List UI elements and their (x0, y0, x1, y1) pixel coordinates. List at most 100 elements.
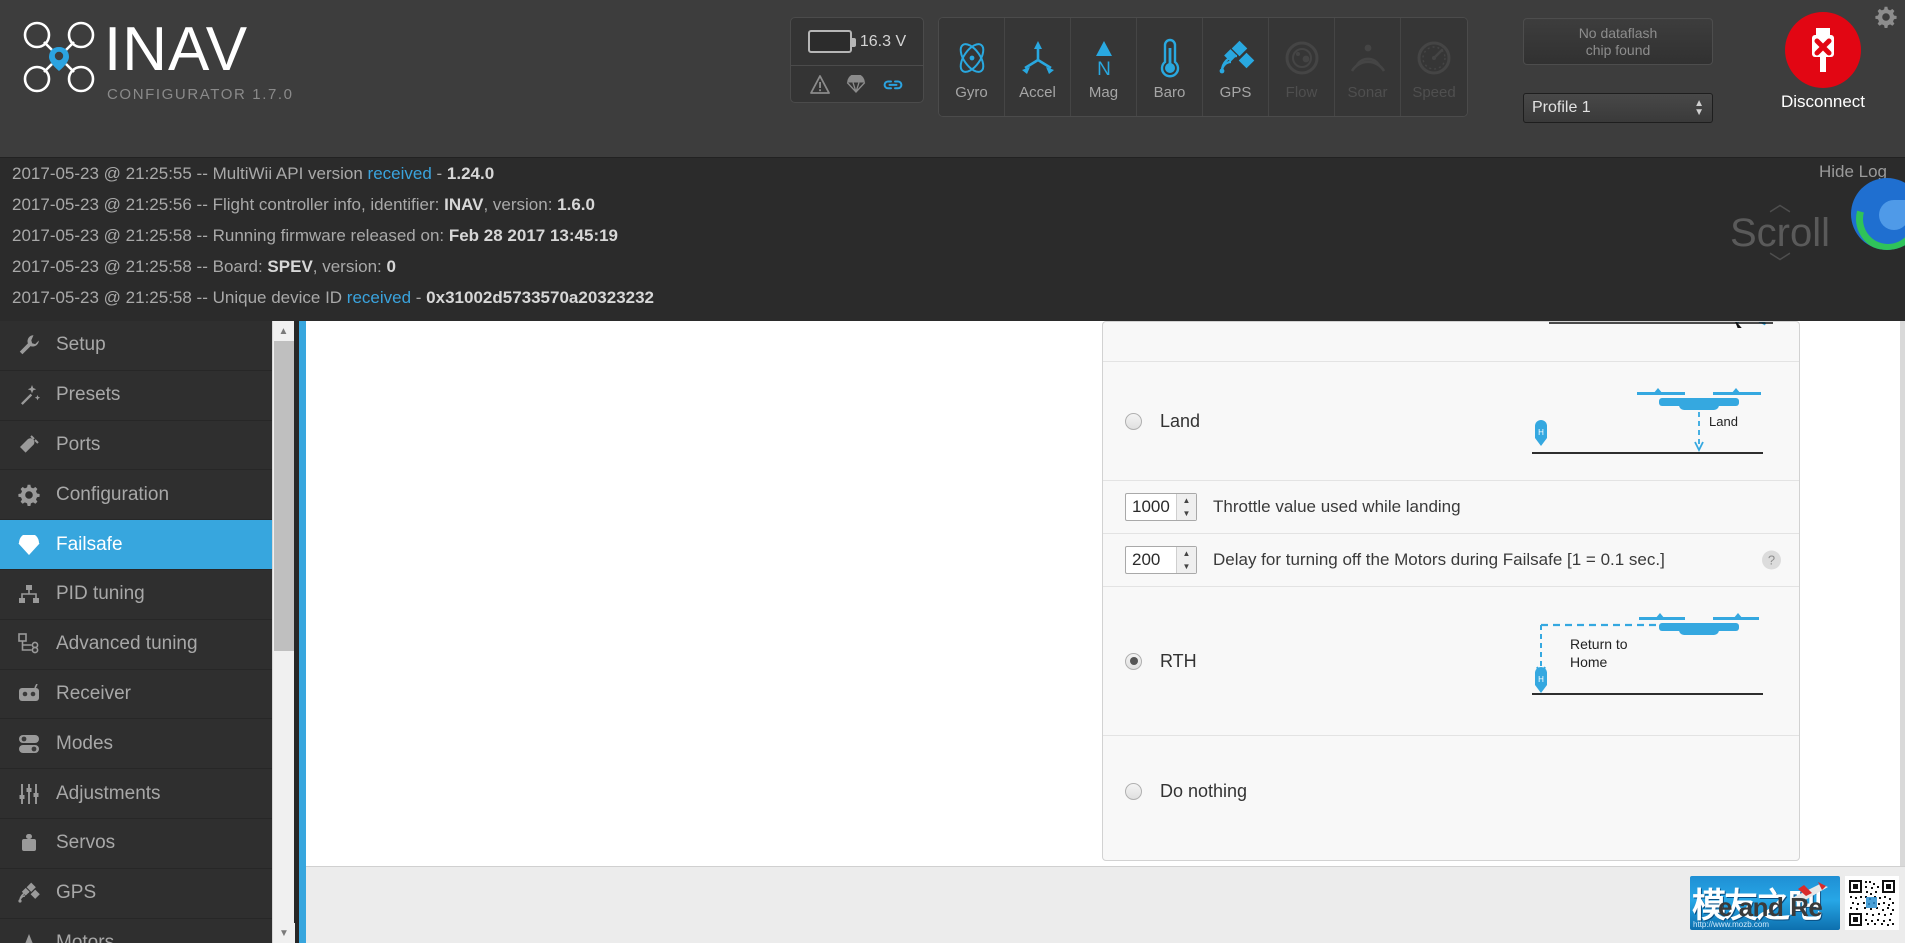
log-panel[interactable]: 2017-05-23 @ 21:25:55 -- MultiWii API ve… (0, 158, 1905, 321)
gyro-icon (951, 34, 993, 82)
svg-text:N: N (1097, 59, 1111, 79)
help-icon[interactable]: ? (1762, 550, 1781, 570)
sidebar-item-receiver[interactable]: Receiver (0, 670, 272, 720)
sidebar-item-servos[interactable]: Servos (0, 819, 272, 869)
radio-do-nothing[interactable] (1125, 782, 1142, 800)
watermark-banner: 模友之吧 http://www.mozb.com e and Re (1690, 876, 1840, 930)
scroll-up-arrow-icon[interactable]: ▲ (273, 321, 294, 341)
main-content: H Land (306, 321, 1905, 943)
battery-status-box: 16.3 V (790, 17, 924, 103)
failsafe-field-throttle-row[interactable]: 1000 ▲ ▼ Throttle value used while landi… (1103, 481, 1799, 534)
sensor-flow: Flow (1269, 18, 1335, 116)
plug-icon (16, 434, 42, 456)
sidebar-item-ports[interactable]: Ports (0, 421, 272, 471)
sidebar-item-modes[interactable]: Modes (0, 719, 272, 770)
log-line: 2017-05-23 @ 21:25:58 -- Board: SPEV, ve… (12, 257, 396, 276)
sidebar-scrollbar[interactable]: ▲ ▼ (272, 321, 295, 943)
failsafe-option-land-row[interactable]: Land H Land (1103, 362, 1799, 481)
disconnect-button[interactable]: Disconnect (1768, 12, 1878, 112)
sensor-label: Speed (1412, 83, 1456, 101)
sidebar-item-label: Receiver (56, 682, 131, 704)
profile-select[interactable]: Profile 1 ▲ ▼ (1523, 93, 1713, 123)
sensor-label: Mag (1088, 83, 1119, 101)
stepper-down-icon[interactable]: ▼ (1177, 560, 1196, 573)
parachute-icon (846, 75, 866, 94)
compass-icon: N (1083, 34, 1125, 82)
battery-voltage-row: 16.3 V (791, 18, 923, 66)
log-line: 2017-05-23 @ 21:25:58 -- Unique device I… (12, 288, 655, 307)
rth-diagram-label-1: Return to (1570, 636, 1628, 652)
sidebar-item-label: Configuration (56, 483, 170, 505)
stepper-up-icon[interactable]: ▲ (1177, 547, 1196, 560)
content-scrollbar[interactable] (1900, 321, 1905, 866)
sensor-label: Sonar (1347, 83, 1388, 101)
satellite-icon (16, 882, 42, 904)
log-line: 2017-05-23 @ 21:25:58 -- Running firmwar… (12, 226, 619, 245)
log-line: 2017-05-23 @ 21:25:55 -- MultiWii API ve… (12, 164, 495, 183)
sidebar-item-label: Modes (56, 732, 114, 754)
sidebar-item-label: PID tuning (56, 583, 145, 605)
sidebar-item-label: Setup (56, 334, 106, 356)
sensor-speed: Speed (1401, 18, 1467, 116)
warning-icon (810, 75, 830, 94)
hierarchy-icon (16, 583, 42, 605)
throttle-stepper[interactable]: ▲ ▼ (1176, 494, 1196, 520)
failsafe-option-donothing-row[interactable]: Do nothing (1103, 736, 1799, 846)
failsafe-option-rth-row[interactable]: RTH H Return to Home (1103, 587, 1799, 736)
sidebar-item-label: Servos (56, 832, 116, 854)
sensor-label: Accel (1019, 83, 1056, 101)
sidebar-item-motors[interactable]: Motors (0, 919, 272, 943)
sidebar-item-label: Failsafe (56, 533, 123, 555)
delay-label: Delay for turning off the Motors during … (1213, 550, 1665, 569)
option-label-do-nothing: Do nothing (1160, 780, 1248, 801)
sliders-icon (16, 783, 42, 805)
sensor-status-bar: Gyro Accel N Mag Baro GPS Flow Sonar Spe… (938, 17, 1468, 117)
sidebar-item-advanced-tuning[interactable]: Advanced tuning (0, 620, 272, 670)
speedometer-icon (1413, 34, 1455, 82)
usb-disconnect-icon (1785, 12, 1861, 88)
active-tab-accent-bar (299, 321, 306, 943)
dataflash-status-button[interactable]: No dataflash chip found (1523, 18, 1713, 65)
throttle-label: Throttle value used while landing (1213, 497, 1461, 516)
delay-stepper[interactable]: ▲ ▼ (1176, 547, 1196, 573)
scrollbar-thumb[interactable] (274, 341, 294, 651)
battery-icon (807, 30, 856, 53)
optical-flow-icon (1281, 34, 1323, 82)
delay-value-input[interactable]: 200 ▲ ▼ (1125, 546, 1197, 574)
svg-text:H: H (1538, 428, 1544, 437)
gear-icon[interactable] (1875, 6, 1897, 33)
dataflash-line-1: No dataflash (1578, 24, 1658, 41)
sidebar-item-failsafe[interactable]: Failsafe (0, 520, 272, 570)
sidebar-item-label: Motors (56, 931, 115, 943)
stepper-up-icon[interactable]: ▲ (1177, 494, 1196, 507)
disconnect-label: Disconnect (1780, 92, 1866, 111)
throttle-value-input[interactable]: 1000 ▲ ▼ (1125, 493, 1197, 521)
sidebar-item-presets[interactable]: Presets (0, 371, 272, 421)
radio-land[interactable] (1125, 412, 1142, 430)
app-subtitle: CONFIGURATOR 1.7.0 (107, 86, 294, 103)
sidebar-item-adjustments[interactable]: Adjustments (0, 769, 272, 819)
link-icon (882, 75, 904, 94)
sensor-gps: GPS (1203, 18, 1269, 116)
sensor-label: Gyro (955, 83, 988, 101)
radio-rth[interactable] (1125, 652, 1142, 670)
scroll-down-arrow-icon[interactable]: ▼ (273, 923, 295, 943)
stepper-down-icon[interactable]: ▼ (1177, 507, 1196, 520)
failsafe-field-delay-row[interactable]: 200 ▲ ▼ Delay for turning off the Motors… (1103, 534, 1799, 587)
sidebar-item-label: Presets (56, 384, 121, 406)
sidebar-nav: Setup Presets Ports Configuration Failsa… (0, 321, 272, 943)
land-diagram-label: Land (1709, 414, 1738, 429)
sidebar-item-pid-tuning[interactable]: PID tuning (0, 570, 272, 620)
motor-icon (16, 932, 42, 943)
svg-text:H: H (1538, 675, 1544, 684)
wand-icon (16, 384, 42, 406)
app-header: INAV CONFIGURATOR 1.7.0 16.3 V Gyro Acce… (0, 0, 1905, 158)
sidebar-item-gps[interactable]: GPS (0, 869, 272, 919)
sidebar-item-configuration[interactable]: Configuration (0, 470, 272, 521)
satellite-icon (1214, 34, 1258, 82)
servo-icon (16, 833, 42, 853)
qr-code-icon (1845, 876, 1899, 930)
option-label-rth: RTH (1160, 650, 1197, 671)
parachute-icon (16, 534, 42, 555)
sidebar-item-setup[interactable]: Setup (0, 321, 272, 371)
